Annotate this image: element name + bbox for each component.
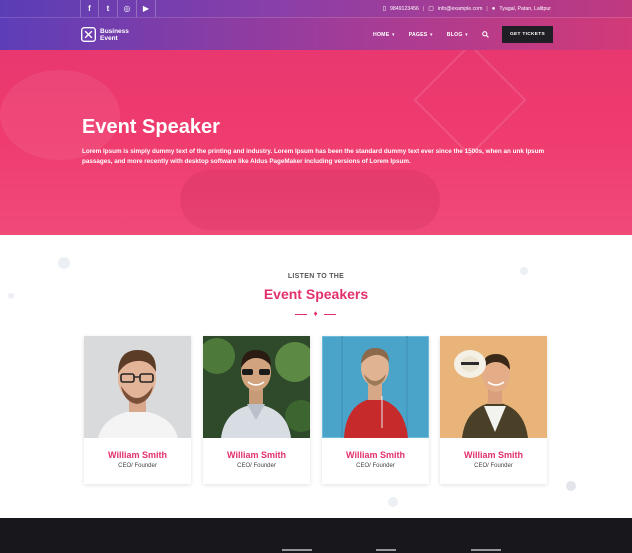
- flame-icon: ♦: [313, 309, 318, 318]
- speaker-card[interactable]: William Smith CEO/ Founder: [322, 336, 429, 484]
- section-eyebrow: LISTEN TO THE: [287, 273, 345, 280]
- footer-heading: [471, 549, 501, 551]
- hero-decoration: [180, 170, 440, 230]
- facebook-icon[interactable]: f: [80, 0, 99, 17]
- hero-description: Lorem Ipsum is simply dummy text of the …: [82, 148, 545, 165]
- separator: |: [422, 5, 425, 12]
- speaker-role: CEO/ Founder: [237, 463, 276, 469]
- background-dot: [58, 257, 70, 269]
- speaker-name[interactable]: William Smith: [203, 450, 310, 460]
- speaker-role: CEO/ Founder: [118, 463, 157, 469]
- chat-icon: ▢: [428, 6, 434, 12]
- twitter-icon[interactable]: t: [99, 0, 118, 17]
- speaker-role: CEO/ Founder: [474, 463, 513, 469]
- chevron-down-icon: ▾: [463, 31, 468, 38]
- nav-item-pages[interactable]: PAGES ▾: [409, 32, 433, 38]
- speaker-photo: [440, 336, 547, 438]
- main-nav: HOME ▾ PAGES ▾ BLOG ▾: [373, 18, 496, 51]
- speaker-photo: [203, 336, 310, 438]
- chevron-down-icon: ▾: [428, 31, 433, 38]
- location-pin-icon: ●: [491, 5, 496, 12]
- main-header: Business Event HOME ▾ PAGES ▾ BLOG ▾ GET…: [0, 17, 632, 50]
- divider-line: [295, 313, 307, 315]
- title-divider: ♦: [295, 309, 336, 319]
- logo-text: Business Event: [100, 28, 129, 42]
- speaker-name[interactable]: William Smith: [84, 450, 191, 460]
- chevron-down-icon: ▾: [390, 31, 395, 38]
- get-tickets-button[interactable]: GET TICKETS: [502, 26, 553, 43]
- youtube-icon[interactable]: ▶: [137, 0, 156, 17]
- speaker-card[interactable]: William Smith CEO/ Founder: [203, 336, 310, 484]
- page-title: Event Speaker: [82, 116, 220, 138]
- speaker-name[interactable]: William Smith: [440, 450, 547, 460]
- phone-number[interactable]: 9849123456: [390, 6, 419, 12]
- nav-item-blog[interactable]: BLOG ▾: [447, 32, 468, 38]
- background-dot: [566, 481, 576, 491]
- speaker-photo: [322, 336, 429, 438]
- speaker-card[interactable]: William Smith CEO/ Founder: [440, 336, 547, 484]
- separator: |: [486, 5, 488, 12]
- speaker-photo-image: [203, 336, 310, 438]
- logo-icon: [81, 27, 96, 42]
- site-footer: [0, 518, 632, 553]
- hero-banner: Event Speaker Lorem Ipsum is simply dumm…: [0, 50, 632, 235]
- speaker-photo-image: [440, 336, 547, 438]
- speaker-name[interactable]: William Smith: [322, 450, 429, 460]
- divider-line: [324, 313, 336, 315]
- speakers-section: LISTEN TO THE Event Speakers ♦ William S…: [0, 235, 632, 518]
- speaker-photo-image: [322, 336, 429, 438]
- nav-item-home[interactable]: HOME ▾: [373, 32, 395, 38]
- nav-label: PAGES: [408, 31, 428, 38]
- hero-decoration: [413, 50, 527, 157]
- speaker-photo: [84, 336, 191, 438]
- footer-heading: [282, 549, 312, 551]
- phone-icon: ▯: [382, 6, 387, 12]
- nav-label: HOME: [373, 31, 390, 38]
- speaker-photo-image: [84, 336, 191, 438]
- instagram-icon[interactable]: ◎: [118, 0, 137, 17]
- logo-line-2: Event: [100, 34, 118, 42]
- speaker-role: CEO/ Founder: [356, 463, 395, 469]
- social-links: f t ◎ ▶: [80, 0, 156, 17]
- speaker-card[interactable]: William Smith CEO/ Founder: [84, 336, 191, 484]
- logo-line-1: Business: [100, 27, 129, 35]
- section-title: Event Speakers: [263, 286, 369, 302]
- search-icon[interactable]: [482, 31, 489, 38]
- background-dot: [388, 497, 398, 507]
- top-bar: f t ◎ ▶ ▯ 9849123456 | ▢ info@example.co…: [0, 0, 632, 17]
- footer-heading: [376, 549, 396, 551]
- email-address[interactable]: info@example.com: [438, 6, 482, 12]
- nav-label: BLOG: [446, 31, 463, 38]
- site-logo[interactable]: Business Event: [80, 26, 129, 43]
- address: Tyagal, Patan, Lalitpur: [499, 5, 551, 12]
- contact-info: ▯ 9849123456 | ▢ info@example.com | ● Ty…: [383, 0, 551, 17]
